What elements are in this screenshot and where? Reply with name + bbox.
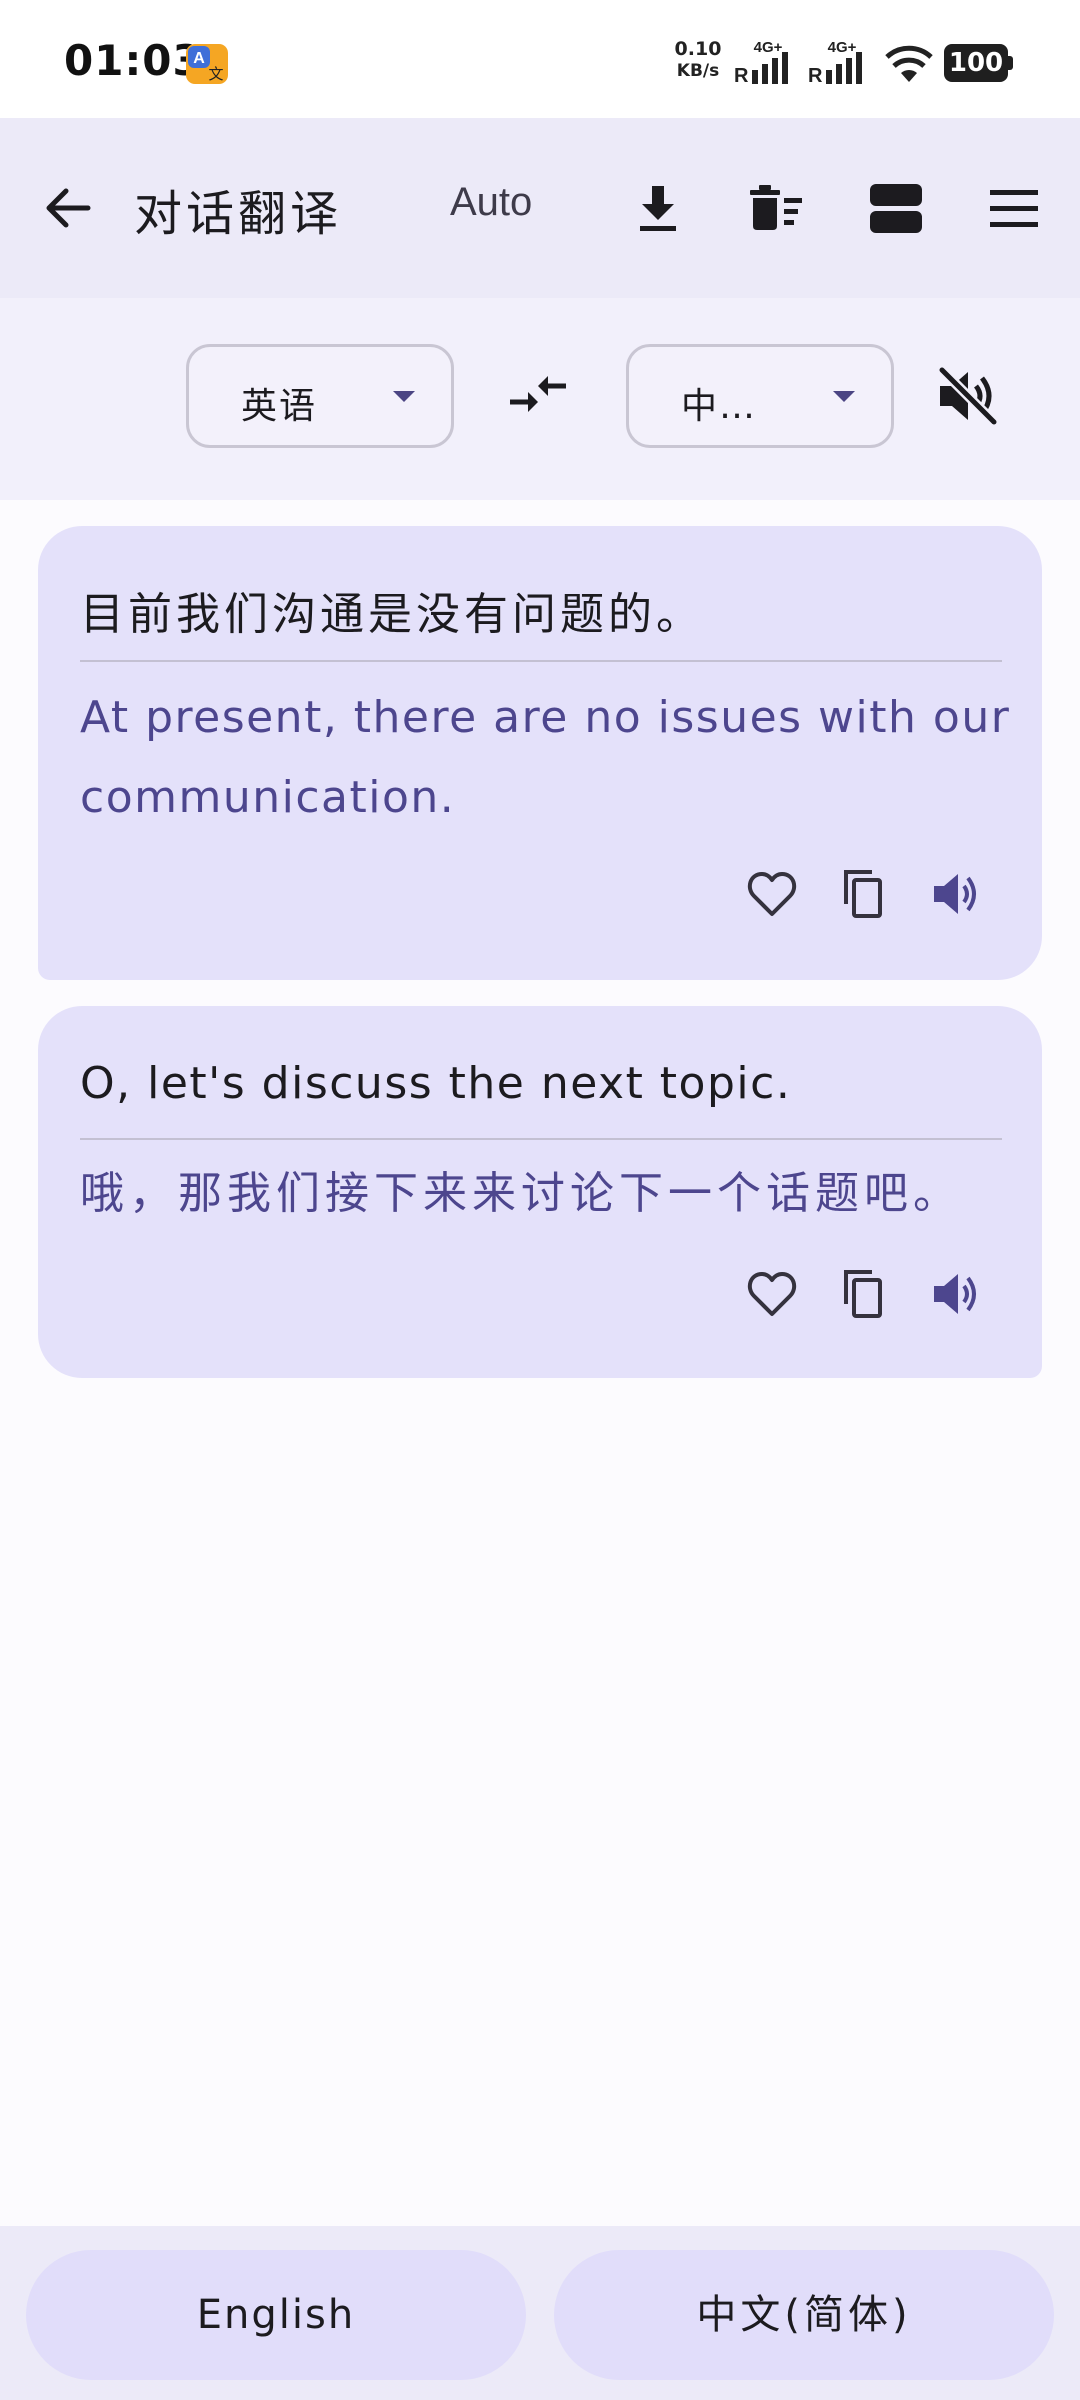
copy-icon[interactable] <box>836 1266 892 1322</box>
swap-languages-icon[interactable] <box>506 368 570 424</box>
svg-text:R: R <box>734 65 749 86</box>
divider <box>80 660 1002 662</box>
download-icon[interactable] <box>626 176 690 240</box>
back-arrow-icon[interactable] <box>38 178 98 238</box>
source-language-label: 英语 <box>241 386 318 427</box>
speak-english-button[interactable]: English <box>26 2250 526 2380</box>
source-text: O, let's discuss the next topic. <box>80 1058 792 1109</box>
source-text: 目前我们沟通是没有问题的。 <box>80 589 704 640</box>
split-layout-icon[interactable] <box>864 176 928 240</box>
battery-level: 100 <box>944 44 1008 82</box>
signal-1-label: 4G+ <box>754 39 783 56</box>
chevron-down-icon <box>833 391 855 402</box>
conversation-card[interactable]: 目前我们沟通是没有问题的。 At present, there are no i… <box>38 526 1042 980</box>
delete-sweep-icon[interactable] <box>744 176 808 240</box>
menu-icon[interactable] <box>982 176 1046 240</box>
status-bar: 01:03 A 文 0.10 KB/s 4G+ R 4G+ R 100 <box>0 0 1080 118</box>
target-language-dropdown[interactable]: 中… <box>626 344 894 448</box>
top-app-bar: 对话翻译 Auto <box>0 118 1080 298</box>
favorite-icon[interactable] <box>744 1266 800 1322</box>
wifi-icon <box>885 45 933 82</box>
page-title: 对话翻译 <box>134 186 343 242</box>
target-language-label: 中… <box>681 386 758 427</box>
speak-chinese-button[interactable]: 中文(简体) <box>554 2250 1054 2380</box>
svg-text:R: R <box>808 65 823 86</box>
conversation-card[interactable]: O, let's discuss the next topic. 哦，那我们接下… <box>38 1006 1042 1378</box>
net-speed-unit: KB/s <box>676 61 720 81</box>
network-speed: 0.10 KB/s <box>668 38 728 82</box>
translate-app-icon: A 文 <box>186 44 228 84</box>
volume-off-icon[interactable] <box>934 362 1002 430</box>
language-bar: 英语 中… <box>0 298 1080 500</box>
svg-text:A: A <box>193 50 205 67</box>
copy-icon[interactable] <box>836 866 892 922</box>
favorite-icon[interactable] <box>744 866 800 922</box>
cell-signal-icon: 4G+ R <box>734 39 788 86</box>
divider <box>80 1138 1002 1140</box>
volume-up-icon[interactable] <box>928 866 984 922</box>
translated-text: At present, there are no issues with our… <box>80 692 1011 823</box>
status-time: 01:03 <box>64 36 203 85</box>
source-language-dropdown[interactable]: 英语 <box>186 344 454 448</box>
auto-button[interactable]: Auto <box>450 180 532 225</box>
svg-text:文: 文 <box>208 65 223 83</box>
net-speed-value: 0.10 <box>674 38 722 60</box>
translated-text: 哦，那我们接下来来讨论下一个话题吧。 <box>80 1168 962 1219</box>
signal-2-label: 4G+ <box>828 39 857 56</box>
volume-up-icon[interactable] <box>928 1266 984 1322</box>
bottom-bar: English 中文(简体) <box>0 2226 1080 2400</box>
cell-signal-icon: 4G+ R <box>808 39 862 86</box>
battery-icon: 100 <box>944 44 1014 82</box>
chevron-down-icon <box>393 391 415 402</box>
